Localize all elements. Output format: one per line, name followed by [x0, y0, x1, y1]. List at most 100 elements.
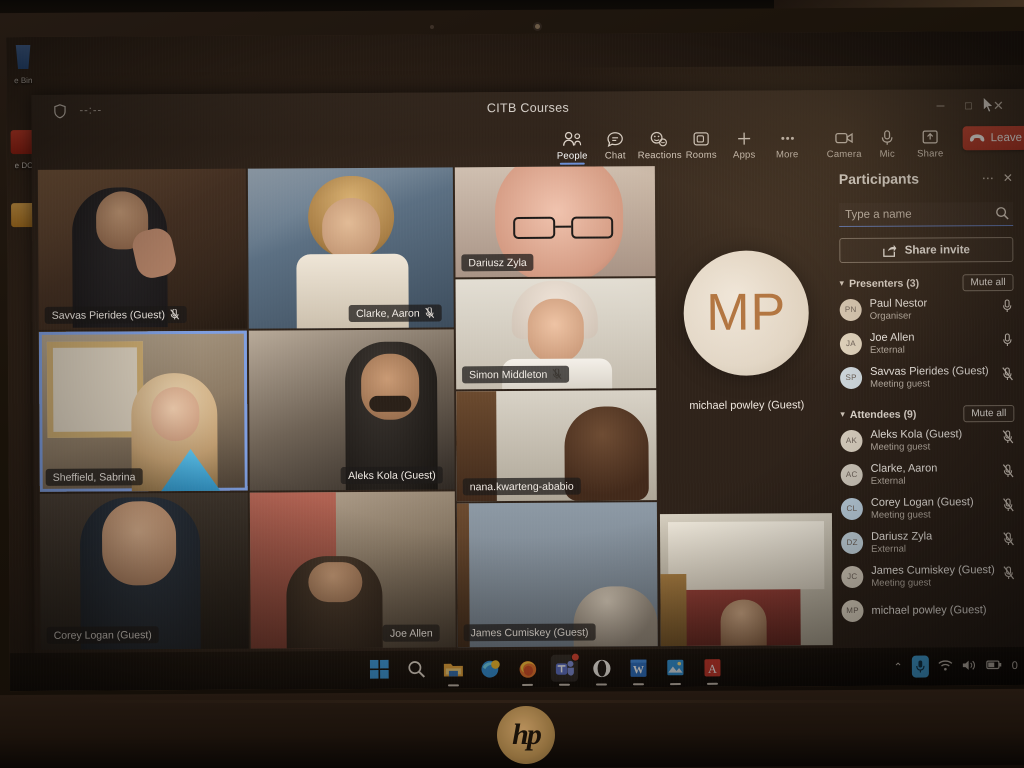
- tile-name: James Cumiskey (Guest): [470, 626, 589, 639]
- taskbar-opera[interactable]: [588, 654, 615, 681]
- video-tile[interactable]: Savvas Pierides (Guest): [37, 168, 247, 330]
- tile-name-badge: Dariusz Zyla: [461, 253, 534, 272]
- video-tile[interactable]: [659, 513, 833, 647]
- leave-label: Leave: [990, 131, 1023, 145]
- webcam-led: [430, 25, 434, 29]
- group-header-presenters[interactable]: ▾ Presenters (3) Mute all: [839, 273, 1014, 292]
- tile-name: nana.kwarteng-ababio: [469, 480, 574, 493]
- taskbar-photos[interactable]: [662, 654, 689, 681]
- toolbar-apps-button[interactable]: Apps: [724, 125, 765, 161]
- mute-all-button[interactable]: Mute all: [962, 273, 1014, 292]
- maximize-button[interactable]: □: [956, 97, 980, 115]
- video-tile[interactable]: Joe Allen: [249, 491, 456, 649]
- taskbar-firefox[interactable]: [514, 655, 541, 682]
- avatar-initials: PN: [844, 304, 857, 314]
- search-icon[interactable]: [995, 206, 1009, 220]
- mic-off-icon: [170, 309, 180, 320]
- share-invite-button[interactable]: Share invite: [839, 236, 1014, 264]
- mic-on-icon[interactable]: [1001, 333, 1014, 352]
- video-tile[interactable]: Aleks Kola (Guest): [248, 329, 455, 491]
- video-tile[interactable]: Dariusz Zyla: [454, 166, 656, 278]
- toolbar-label: Apps: [732, 149, 756, 161]
- taskbar-search-button[interactable]: [403, 656, 430, 683]
- panel-title: Participants: [838, 170, 920, 188]
- opera-icon: [592, 659, 610, 677]
- participant-row[interactable]: SP Savvas Pierides (Guest) Meeting guest: [840, 360, 1014, 394]
- mic-on-icon[interactable]: [1001, 299, 1014, 318]
- close-button[interactable]: ✕: [986, 97, 1010, 115]
- toolbar-rooms-button[interactable]: Rooms: [681, 126, 722, 161]
- volume-icon[interactable]: [962, 659, 977, 674]
- tray-microphone-icon[interactable]: [911, 655, 929, 678]
- chevron-down-icon[interactable]: ▾: [839, 278, 844, 289]
- participant-row[interactable]: JA Joe Allen External: [839, 326, 1014, 360]
- spotlight-name: michael powley (Guest): [689, 398, 805, 412]
- mic-off-icon[interactable]: [1002, 566, 1015, 585]
- toolbar-share-button[interactable]: Share: [910, 124, 951, 160]
- participant-row[interactable]: MP michael powley (Guest): [841, 593, 1015, 627]
- taskbar-file-explorer[interactable]: [440, 655, 467, 682]
- photos-icon: [667, 659, 684, 676]
- spotlight-avatar-tile[interactable]: MP michael powley (Guest): [663, 165, 830, 496]
- video-tile[interactable]: Clarke, Aaron: [247, 167, 454, 329]
- mic-off-icon[interactable]: [1001, 430, 1014, 449]
- chevron-down-icon[interactable]: ▾: [840, 409, 845, 420]
- toolbar-mic-button[interactable]: Mic: [867, 125, 908, 160]
- desktop-icon-recycle-bin[interactable]: e Bin: [6, 45, 40, 88]
- tile-name: Savvas Pierides (Guest): [51, 308, 165, 322]
- hp-brand-logo: hp: [497, 706, 555, 764]
- video-tile[interactable]: Simon Middleton: [455, 278, 657, 390]
- avatar-initials: MP: [846, 605, 859, 615]
- svg-text:A: A: [708, 661, 717, 675]
- toolbar-chat-button[interactable]: Chat: [595, 126, 636, 161]
- taskbar-adobe-reader[interactable]: A: [699, 654, 726, 681]
- participant-name: Savvas Pierides (Guest): [870, 364, 989, 378]
- participant-row[interactable]: AK Aleks Kola (Guest) Meeting guest: [840, 423, 1014, 457]
- minimize-button[interactable]: ─: [928, 97, 952, 115]
- taskbar-microsoft-teams[interactable]: [550, 652, 580, 682]
- toolbar-label: More: [775, 149, 799, 161]
- toolbar-more-button[interactable]: More: [767, 125, 808, 160]
- tray-clock[interactable]: 0: [1012, 660, 1018, 672]
- close-icon[interactable]: ✕: [1003, 171, 1013, 185]
- group-header-attendees[interactable]: ▾ Attendees (9) Mute all: [840, 404, 1015, 423]
- avatar: CL: [840, 497, 863, 520]
- toolbar-people-button[interactable]: People: [552, 127, 593, 162]
- toolbar-camera-button[interactable]: Camera: [824, 125, 865, 160]
- participant-row[interactable]: JC James Cumiskey (Guest) Meeting guest: [841, 559, 1015, 593]
- mic-off-icon[interactable]: [1002, 464, 1015, 483]
- chevron-up-icon[interactable]: ⌃: [893, 660, 902, 673]
- video-tile[interactable]: Corey Logan (Guest): [39, 492, 249, 650]
- taskbar-microsoft-word[interactable]: W: [625, 654, 652, 681]
- wifi-icon[interactable]: [938, 659, 953, 674]
- participant-row[interactable]: CL Corey Logan (Guest) Meeting guest: [840, 491, 1015, 525]
- avatar-initials: JA: [845, 338, 856, 348]
- start-button[interactable]: [366, 656, 393, 683]
- video-tile[interactable]: James Cumiskey (Guest): [456, 502, 658, 648]
- tile-name: Sheffield, Sabrina: [52, 470, 136, 484]
- hangup-icon: [969, 133, 985, 142]
- avatar-initials: JC: [847, 571, 858, 581]
- more-ellipsis-icon[interactable]: ⋯: [982, 171, 994, 185]
- tile-name: Clarke, Aaron: [356, 307, 420, 320]
- participant-search[interactable]: [839, 201, 1014, 228]
- taskbar-microsoft-edge[interactable]: [477, 655, 504, 682]
- teams-icon: [555, 660, 574, 676]
- mute-all-button[interactable]: Mute all: [963, 404, 1015, 423]
- leave-meeting-button[interactable]: Leave ⌄: [962, 125, 1024, 151]
- video-tile[interactable]: nana.kwarteng-ababio: [456, 390, 657, 502]
- participant-info: Joe Allen External: [870, 331, 1001, 355]
- video-tile[interactable]: Sheffield, Sabrina: [38, 330, 248, 492]
- search-input[interactable]: [839, 201, 1014, 227]
- tile-name-badge: nana.kwarteng-ababio: [462, 477, 581, 496]
- recycle-bin-icon: [10, 45, 36, 69]
- toolbar-reactions-button[interactable]: Reactions: [638, 126, 682, 161]
- participant-row[interactable]: DZ Dariusz Zyla External: [841, 525, 1015, 559]
- battery-icon[interactable]: [986, 659, 1003, 673]
- avatar: AC: [840, 463, 863, 486]
- mic-off-icon[interactable]: [1002, 532, 1015, 551]
- participant-row[interactable]: AC Clarke, Aaron External: [840, 457, 1015, 491]
- mic-off-icon[interactable]: [1002, 498, 1015, 517]
- participant-row[interactable]: PN Paul Nestor Organiser: [839, 292, 1014, 326]
- mic-off-icon[interactable]: [1001, 367, 1014, 386]
